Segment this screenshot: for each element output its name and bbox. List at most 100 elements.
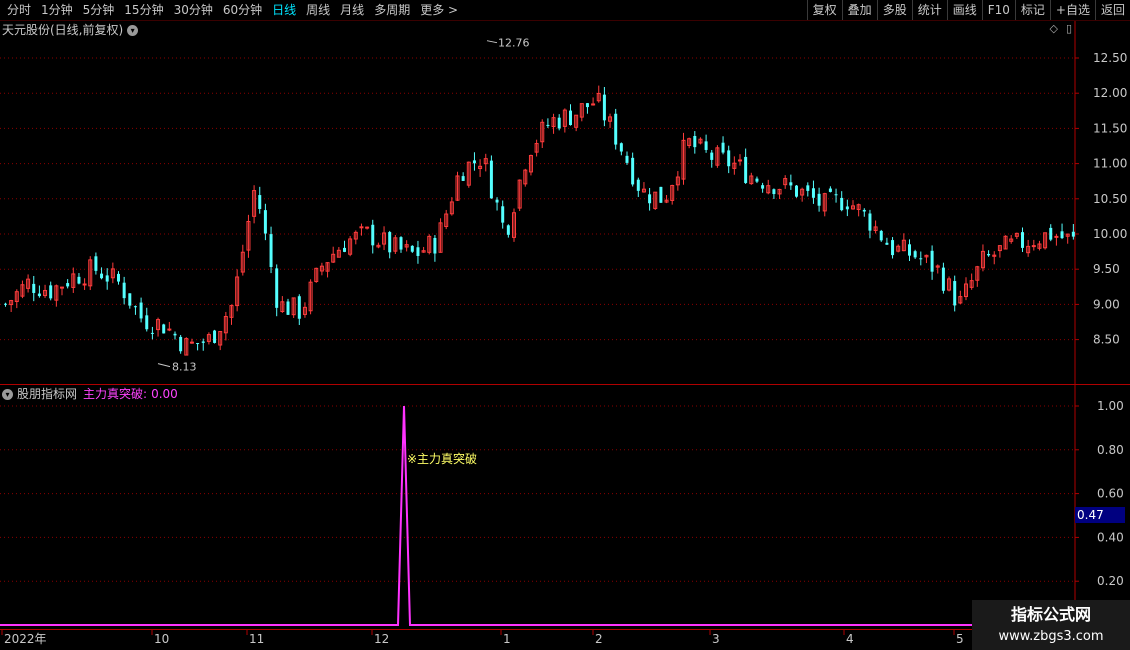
tool-button-7[interactable]: +自选 [1049,0,1095,20]
indicator-tick-label: 0.60 [1097,487,1124,501]
period-tab-2[interactable]: 5分钟 [78,0,120,20]
price-tick-label: 9.50 [1093,262,1120,276]
candle-body [1071,231,1075,237]
tool-button-0[interactable]: 复权 [806,0,842,20]
candle-body [908,244,911,256]
candle-body [82,283,87,286]
candle-body [133,306,137,308]
candle-body [614,113,618,145]
period-tab-10[interactable]: 更多 > [415,0,463,20]
tool-button-8[interactable]: 返回 [1094,0,1130,20]
tool-button-6[interactable]: 标记 [1014,0,1050,20]
candle-body [258,195,262,209]
candle-body [189,341,194,344]
candle-body [263,210,267,234]
candle-body [953,281,957,306]
candle-body [1054,235,1059,238]
period-tab-8[interactable]: 月线 [335,0,369,20]
tool-button-1[interactable]: 叠加 [841,0,877,20]
time-tick-label: 3 [712,632,720,646]
candle-body [710,152,714,160]
candle-body [755,178,759,182]
candle-body [885,242,889,245]
candle-body [399,237,403,250]
candle-body [201,341,205,343]
price-tick-label: 8.50 [1093,333,1120,347]
candle-body [1031,245,1036,248]
tool-button-2[interactable]: 多股 [876,0,912,20]
indicator-tick-label: 0.20 [1097,574,1124,588]
candle-body [602,94,606,121]
candle-body [862,209,866,212]
watermark: 指标公式网 www.zbgs3.com [972,600,1130,650]
candle-body [834,194,838,196]
candle-body [744,156,748,183]
candle-body [840,197,844,211]
candle-body [472,160,476,164]
tool-button-4[interactable]: 画线 [946,0,982,20]
period-tab-1[interactable]: 1分钟 [36,0,78,20]
candle-body [37,293,41,297]
period-tabs: 分时 1分钟 5分钟 15分钟 30分钟 60分钟 日线 周线 月线 多周期 更多 > [2,0,463,20]
time-tick-label: 4 [846,632,854,646]
candle-body [122,282,126,299]
period-tab-4[interactable]: 30分钟 [169,0,218,20]
period-tab-3[interactable]: 15分钟 [119,0,168,20]
candle-body [1049,227,1053,240]
candle-body [569,110,572,126]
candle-body [150,332,154,334]
candle-body [213,330,217,343]
candle-body [32,283,36,293]
kline-pane[interactable]: 天元股份(日线,前复权) ▾ ◇ ▯ 12.50 12.00 11.50 11.00 1… [0,21,1130,385]
price-tick-label: 10.00 [1093,227,1127,241]
candle-body [145,315,149,330]
period-tab-6[interactable]: 日线 [267,0,301,20]
candle-body [433,237,437,254]
low-price-label: 8.13 [172,361,197,374]
signal-annotation: ※主力真突破 [407,451,477,466]
candle-body [359,226,364,229]
candle-body [196,343,200,345]
candle-body [410,245,414,252]
candle-body [4,303,7,305]
candle-body [269,234,273,267]
candle-body [631,157,635,185]
candle-body [585,103,589,108]
candle-body [495,199,499,203]
low-price-marker [157,363,171,368]
candle-body [94,256,98,271]
price-tick-label: 12.50 [1093,51,1127,65]
period-tab-5[interactable]: 60分钟 [218,0,267,20]
indicator-tick-label: 1.00 [1097,399,1124,413]
tool-button-5[interactable]: F10 [981,0,1015,20]
high-price-marker [486,40,498,44]
candle-body [297,296,301,319]
candle-body [275,268,279,308]
price-tick-label: 11.50 [1093,121,1127,135]
candle-body [761,185,765,189]
candle-body [117,273,120,282]
candle-body [105,275,109,282]
candle-body [286,301,290,315]
candle-body [817,193,821,206]
period-tab-7[interactable]: 周线 [301,0,335,20]
candle-body [461,176,465,181]
candle-body [806,185,810,191]
candle-body [365,226,370,229]
candle-body [179,336,183,352]
candle-body [128,293,132,306]
tool-button-3[interactable]: 统计 [911,0,947,20]
candle-body [693,135,697,148]
candle-body [727,150,731,167]
period-tab-9[interactable]: 多周期 [369,0,415,20]
period-tab-0[interactable]: 分时 [2,0,36,20]
candle-body [795,185,798,197]
candle-body [868,213,872,231]
price-tick-label: 11.00 [1093,157,1127,171]
time-tick-label: 1 [503,632,511,646]
candle-body [913,251,917,258]
indicator-pane[interactable]: ▾ 股朋指标网 主力真突破: 0.00 1.00 0.80 0.60 0.40 0.20… [0,385,1130,629]
candle-body [501,206,505,223]
candle-body [941,267,945,291]
candle-body [167,328,172,331]
